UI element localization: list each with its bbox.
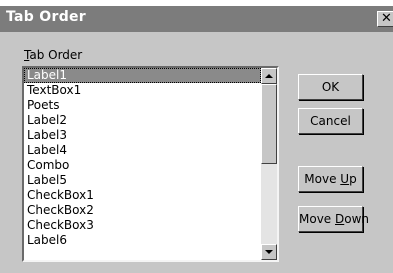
move-down-label-after: own	[344, 212, 370, 226]
list-item[interactable]: CheckBox2	[24, 203, 261, 218]
tab-order-label: Tab Order	[24, 48, 82, 62]
tab-order-dialog: Tab Order ✕ Tab Order Label1 TextBox1 Poet…	[0, 6, 393, 273]
list-item[interactable]: TextBox1	[24, 83, 261, 98]
scroll-thumb[interactable]	[261, 84, 277, 164]
list-item[interactable]: Label4	[24, 143, 261, 158]
move-up-button[interactable]: Move Up	[298, 166, 363, 192]
move-up-label-before: Move	[304, 172, 341, 186]
arrow-down-icon	[265, 250, 273, 254]
tab-order-label-text: ab Order	[29, 48, 83, 62]
cancel-button-label: Cancel	[310, 114, 351, 128]
scroll-up-button[interactable]	[261, 68, 277, 84]
list-item[interactable]: Poets	[24, 98, 261, 113]
close-button[interactable]: ✕	[377, 11, 393, 27]
list-item[interactable]: Label6	[24, 233, 261, 248]
ok-button-label: OK	[321, 80, 340, 94]
list-item[interactable]: CheckBox1	[24, 188, 261, 203]
tab-order-listbox[interactable]: Label1 TextBox1 Poets Label2 Label3 Label4 Com…	[22, 66, 279, 262]
title-bar[interactable]: Tab Order ✕	[0, 6, 393, 32]
move-down-button[interactable]: Move Down	[298, 206, 369, 232]
list-item[interactable]: CheckBox3	[24, 218, 261, 233]
list-items: Label1 TextBox1 Poets Label2 Label3 Label4 Com…	[24, 68, 261, 248]
close-icon: ✕	[381, 11, 392, 26]
arrow-up-icon	[265, 74, 273, 78]
list-item[interactable]: Label5	[24, 173, 261, 188]
ok-button[interactable]: OK	[298, 74, 363, 100]
list-item[interactable]: Combo	[24, 158, 261, 173]
window-title: Tab Order	[6, 9, 87, 25]
move-up-label-after: p	[349, 172, 357, 186]
vertical-scrollbar[interactable]	[261, 68, 277, 260]
cancel-button[interactable]: Cancel	[298, 108, 363, 134]
move-down-label-before: Move	[299, 212, 335, 226]
move-down-label-mnemonic: D	[335, 212, 345, 226]
scroll-down-button[interactable]	[261, 244, 277, 260]
list-item[interactable]: Label1	[24, 68, 261, 83]
move-up-label-mnemonic: U	[340, 172, 350, 186]
list-item[interactable]: Label3	[24, 128, 261, 143]
list-item[interactable]: Label2	[24, 113, 261, 128]
